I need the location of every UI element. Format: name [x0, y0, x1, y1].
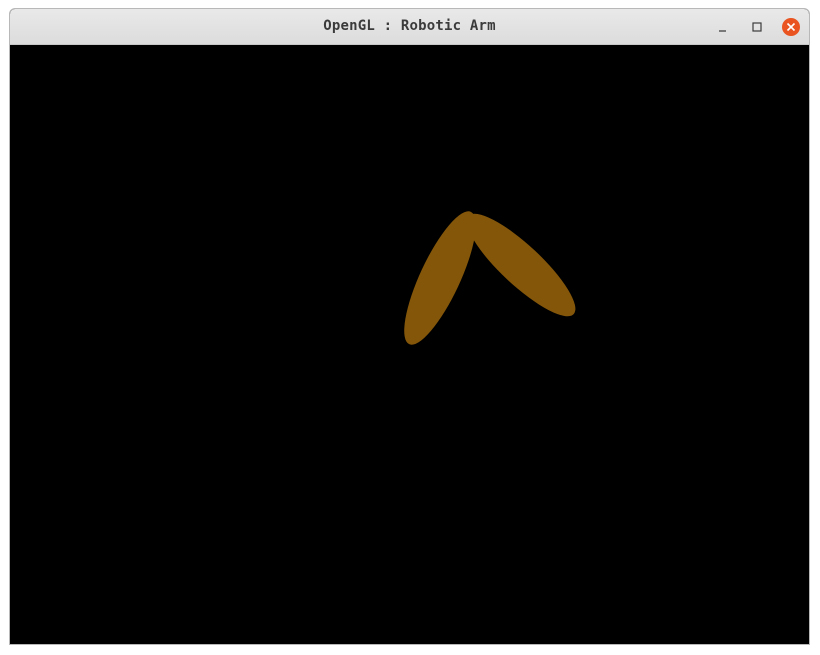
- close-icon: [782, 18, 800, 36]
- minimize-icon: [719, 30, 726, 32]
- minimize-button[interactable]: [713, 17, 733, 37]
- window-controls: [713, 17, 801, 37]
- close-button[interactable]: [781, 17, 801, 37]
- window-title: OpenGL : Robotic Arm: [323, 18, 496, 34]
- title-bar[interactable]: OpenGL : Robotic Arm: [10, 9, 809, 45]
- maximize-icon: [752, 22, 762, 32]
- robotic-arm-render: [404, 211, 576, 345]
- app-window: OpenGL : Robotic Arm: [9, 8, 810, 645]
- opengl-canvas[interactable]: [10, 45, 809, 644]
- forearm-segment: [466, 213, 576, 317]
- maximize-button[interactable]: [747, 17, 767, 37]
